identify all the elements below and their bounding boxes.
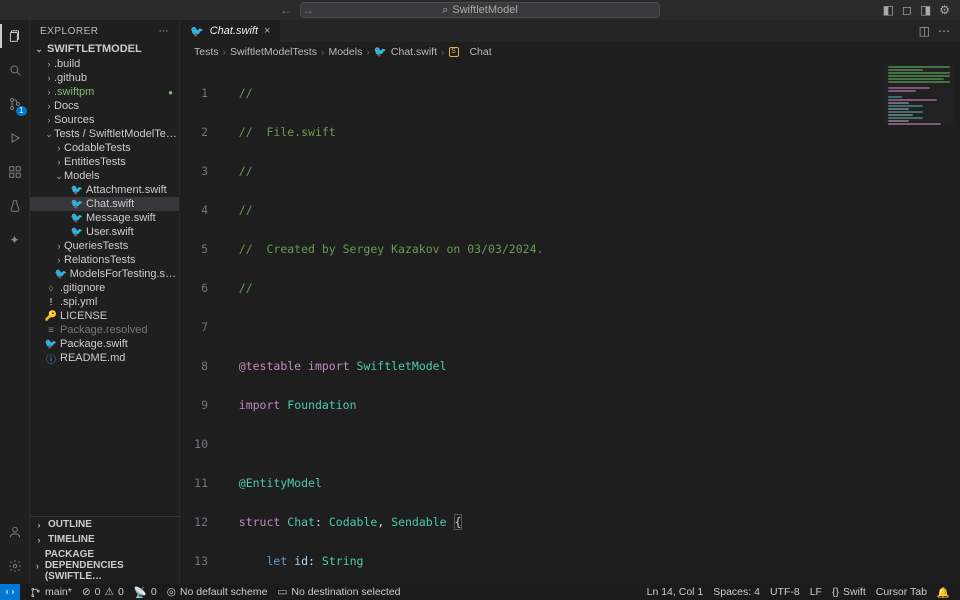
folder-models[interactable]: ⌄Models — [30, 169, 179, 183]
search-icon[interactable] — [5, 60, 25, 80]
search-icon: ⌕ — [442, 4, 448, 17]
warning-icon: ⚠ — [105, 586, 114, 598]
code-editor[interactable]: 1 // 2 // File.swift 3 // 4 // 5 // Crea… — [180, 61, 960, 584]
status-cursor-pos[interactable]: Ln 14, Col 1 — [647, 586, 704, 598]
file-spi[interactable]: !.spi.yml — [30, 295, 179, 309]
status-ports[interactable]: 📡0 — [134, 586, 157, 599]
device-icon: ▭ — [277, 586, 287, 598]
ports-icon: 📡 — [134, 586, 147, 599]
status-destination[interactable]: ▭No destination selected — [277, 586, 400, 598]
tab-close-icon[interactable]: × — [264, 25, 270, 37]
status-scheme[interactable]: ◎No default scheme — [167, 586, 268, 598]
file-readme[interactable]: ⓘREADME.md — [30, 351, 179, 365]
sidebar: EXPLORER ⋯ ⌄ SWIFTLETMODEL ›.build ›.git… — [30, 20, 180, 584]
file-gitignore[interactable]: ⬨.gitignore — [30, 281, 179, 295]
status-spaces[interactable]: Spaces: 4 — [713, 586, 760, 598]
status-eol[interactable]: LF — [810, 586, 822, 598]
layout-sidebar-right-icon[interactable]: ◨ — [920, 3, 931, 17]
file-modelsfortesting[interactable]: 🐦ModelsForTesting.swift — [30, 267, 179, 281]
file-tree: ›.build ›.github ›.swiftpm● ›Docs ›Sourc… — [30, 57, 179, 516]
tab-label: Chat.swift — [210, 25, 258, 37]
title-bar: ← → ⌕ SwiftletModel ◧ ◻ ◨ ⚙ — [0, 0, 960, 20]
tab-bar: 🐦 Chat.swift × ◫ ⋯ — [180, 20, 960, 42]
struct-icon: S — [449, 47, 459, 57]
accounts-icon[interactable] — [5, 522, 25, 542]
braces-icon: {} — [832, 586, 839, 598]
minimap[interactable] — [884, 65, 954, 125]
target-icon: ◎ — [167, 586, 176, 598]
nav-arrows: ← → — [280, 3, 314, 17]
file-chat[interactable]: 🐦Chat.swift — [30, 197, 179, 211]
status-branch[interactable]: main* — [30, 586, 72, 598]
sidebar-title: EXPLORER — [40, 26, 98, 37]
status-bell-icon[interactable]: 🔔 — [937, 586, 950, 599]
status-encoding[interactable]: UTF-8 — [770, 586, 800, 598]
swift-file-icon: 🐦 — [374, 45, 387, 58]
file-user[interactable]: 🐦User.swift — [30, 225, 179, 239]
tab-chat-swift[interactable]: 🐦 Chat.swift × — [180, 20, 281, 42]
section-deps[interactable]: ›PACKAGE DEPENDENCIES (SWIFTLE… — [30, 547, 179, 584]
folder-queriestests[interactable]: ›QueriesTests — [30, 239, 179, 253]
file-attachment[interactable]: 🐦Attachment.swift — [30, 183, 179, 197]
folder-build[interactable]: ›.build — [30, 57, 179, 71]
nav-back-icon[interactable]: ← — [280, 3, 292, 17]
nav-forward-icon[interactable]: → — [302, 3, 314, 17]
testing-icon[interactable] — [5, 196, 25, 216]
run-debug-icon[interactable] — [5, 128, 25, 148]
source-control-icon[interactable]: 1 — [5, 94, 25, 114]
status-problems[interactable]: ⊘0 ⚠0 — [82, 586, 124, 598]
folder-codabletests[interactable]: ›CodableTests — [30, 141, 179, 155]
extensions-icon[interactable] — [5, 162, 25, 182]
editor: 🐦 Chat.swift × ◫ ⋯ Tests› SwiftletModelT… — [180, 20, 960, 584]
project-root[interactable]: ⌄ SWIFTLETMODEL — [30, 41, 179, 57]
folder-tests[interactable]: ⌄Tests / SwiftletModelTests — [30, 127, 179, 141]
breadcrumb[interactable]: Tests› SwiftletModelTests› Models› 🐦Chat… — [180, 42, 960, 61]
section-outline[interactable]: ›OUTLINE — [30, 517, 179, 532]
title-bar-actions: ◧ ◻ ◨ ⚙ — [883, 3, 950, 17]
swift-file-icon: 🐦 — [190, 25, 204, 38]
settings-icon[interactable] — [5, 556, 25, 576]
status-language[interactable]: {} Swift — [832, 586, 866, 598]
folder-swiftpm[interactable]: ›.swiftpm● — [30, 85, 179, 99]
customize-layout-icon[interactable]: ⚙ — [939, 3, 950, 17]
folder-relationstests[interactable]: ›RelationsTests — [30, 253, 179, 267]
file-package-resolved[interactable]: ≡Package.resolved — [30, 323, 179, 337]
error-icon: ⊘ — [82, 586, 91, 598]
section-timeline[interactable]: ›TIMELINE — [30, 532, 179, 547]
status-bar: main* ⊘0 ⚠0 📡0 ◎No default scheme ▭No de… — [0, 584, 960, 600]
sidebar-more-icon[interactable]: ⋯ — [159, 26, 170, 37]
search-text: SwiftletModel — [452, 4, 517, 16]
file-package-swift[interactable]: 🐦Package.swift — [30, 337, 179, 351]
activity-bar: 1 ✦ — [0, 20, 30, 584]
folder-sources[interactable]: ›Sources — [30, 113, 179, 127]
file-license[interactable]: 🔑LICENSE — [30, 309, 179, 323]
sidebar-bottom: ›OUTLINE ›TIMELINE ›PACKAGE DEPENDENCIES… — [30, 516, 179, 584]
tab-more-icon[interactable]: ⋯ — [938, 24, 950, 38]
sparkle-icon[interactable]: ✦ — [5, 230, 25, 250]
folder-entitiestests[interactable]: ›EntitiesTests — [30, 155, 179, 169]
explorer-icon[interactable] — [5, 26, 25, 46]
status-mode[interactable]: Cursor Tab — [876, 586, 927, 598]
folder-docs[interactable]: ›Docs — [30, 99, 179, 113]
layout-sidebar-left-icon[interactable]: ◧ — [883, 3, 894, 17]
file-message[interactable]: 🐦Message.swift — [30, 211, 179, 225]
scm-badge: 1 — [16, 106, 26, 116]
layout-panel-icon[interactable]: ◻ — [902, 3, 912, 17]
folder-github[interactable]: ›.github — [30, 71, 179, 85]
split-editor-icon[interactable]: ◫ — [919, 24, 930, 38]
command-center[interactable]: ⌕ SwiftletModel — [300, 2, 660, 18]
remote-indicator[interactable] — [0, 584, 20, 600]
